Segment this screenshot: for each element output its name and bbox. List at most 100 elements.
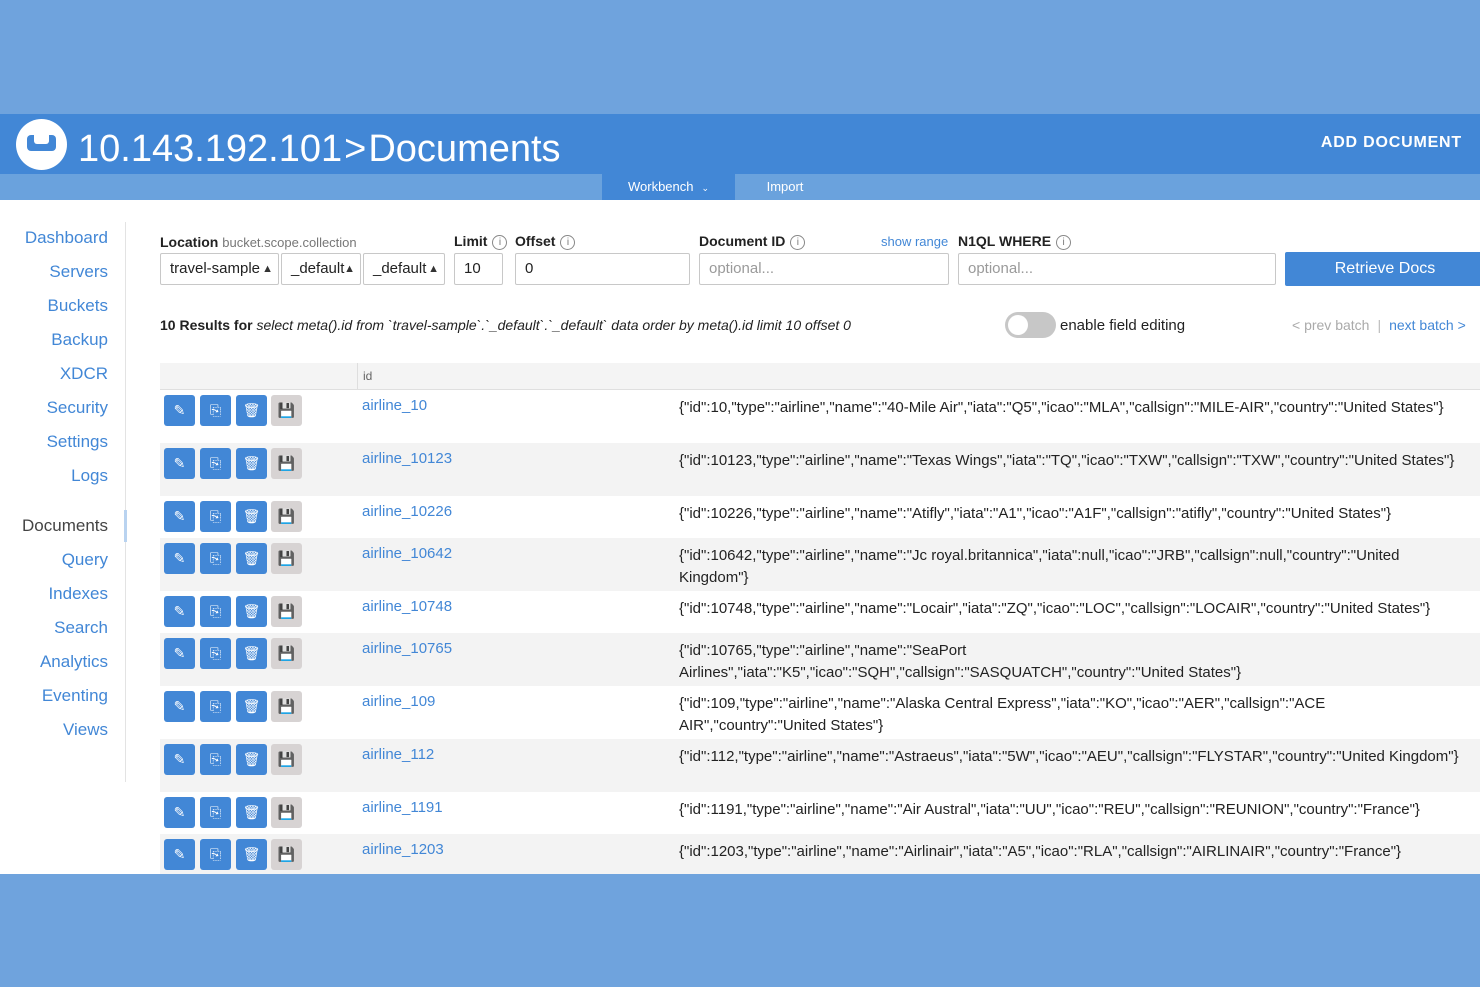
delete-button[interactable]: 🗑: [236, 543, 267, 574]
delete-button[interactable]: 🗑: [236, 448, 267, 479]
chevron-down-icon: ⌄: [701, 183, 710, 193]
save-icon: 💾: [277, 550, 296, 566]
offset-input[interactable]: 0: [515, 253, 690, 285]
sidebar-item-logs[interactable]: Logs: [71, 466, 108, 486]
field-editing-toggle[interactable]: [1005, 312, 1056, 338]
document-id-link[interactable]: airline_1203: [362, 841, 444, 858]
prev-batch-link[interactable]: < prev batch: [1292, 317, 1369, 333]
delete-button[interactable]: 🗑: [236, 691, 267, 722]
trash-icon: 🗑: [242, 751, 261, 767]
document-id-link[interactable]: airline_1191: [362, 799, 443, 816]
document-id-link[interactable]: airline_10: [362, 397, 427, 414]
trash-icon: 🗑: [242, 603, 261, 619]
info-icon[interactable]: i: [1056, 235, 1072, 250]
copy-button[interactable]: ⎘: [200, 691, 231, 722]
delete-button[interactable]: 🗑: [236, 839, 267, 870]
info-icon[interactable]: i: [790, 235, 806, 250]
edit-button[interactable]: ✎: [164, 691, 195, 722]
delete-button[interactable]: 🗑: [236, 501, 267, 532]
n1ql-where-input[interactable]: optional...: [958, 253, 1276, 285]
copy-button[interactable]: ⎘: [200, 638, 231, 669]
copy-button[interactable]: ⎘: [200, 839, 231, 870]
pencil-icon: ✎: [173, 698, 186, 714]
tab-import[interactable]: Import: [735, 174, 835, 200]
copy-button[interactable]: ⎘: [200, 448, 231, 479]
document-id-link[interactable]: airline_10765: [362, 640, 452, 657]
page-title: 10.143.192.101>Documents: [78, 126, 561, 172]
edit-button[interactable]: ✎: [164, 395, 195, 426]
sidebar-item-backup[interactable]: Backup: [51, 330, 108, 350]
tab-workbench[interactable]: Workbench ⌄: [602, 174, 735, 200]
sidebar-item-query[interactable]: Query: [62, 550, 108, 570]
save-button: 💾: [271, 797, 302, 828]
edit-button[interactable]: ✎: [164, 501, 195, 532]
document-id-link[interactable]: airline_10642: [362, 545, 452, 562]
sidebar-item-analytics[interactable]: Analytics: [40, 652, 108, 672]
delete-button[interactable]: 🗑: [236, 638, 267, 669]
copy-button[interactable]: ⎘: [200, 797, 231, 828]
sidebar-item-settings[interactable]: Settings: [47, 432, 108, 452]
show-range-link[interactable]: show range: [881, 234, 948, 249]
copy-button[interactable]: ⎘: [200, 543, 231, 574]
sidebar-item-views[interactable]: Views: [63, 720, 108, 740]
info-icon[interactable]: i: [492, 235, 508, 250]
delete-button[interactable]: 🗑: [236, 744, 267, 775]
edit-button[interactable]: ✎: [164, 543, 195, 574]
delete-button[interactable]: 🗑: [236, 797, 267, 828]
location-hint: bucket.scope.collection: [222, 235, 357, 250]
add-document-button[interactable]: ADD DOCUMENT: [1321, 134, 1462, 152]
retrieve-docs-button[interactable]: Retrieve Docs: [1285, 252, 1480, 286]
batch-separator: |: [1377, 317, 1382, 333]
delete-button[interactable]: 🗑: [236, 395, 267, 426]
sidebar-item-xdcr[interactable]: XDCR: [60, 364, 108, 384]
select-arrows-icon: ▲: [344, 263, 355, 275]
sidebar: Dashboard Servers Buckets Backup XDCR Se…: [0, 222, 127, 782]
copy-icon: ⎘: [209, 603, 222, 619]
document-id-input[interactable]: optional...: [699, 253, 949, 285]
delete-button[interactable]: 🗑: [236, 596, 267, 627]
edit-button[interactable]: ✎: [164, 797, 195, 828]
sidebar-item-servers[interactable]: Servers: [49, 262, 108, 282]
edit-button[interactable]: ✎: [164, 448, 195, 479]
sidebar-item-security[interactable]: Security: [47, 398, 108, 418]
copy-button[interactable]: ⎘: [200, 744, 231, 775]
limit-input[interactable]: 10: [454, 253, 503, 285]
document-json: {"id":10642,"type":"airline","name":"Jc …: [679, 547, 1400, 586]
column-header-id[interactable]: id: [357, 363, 372, 389]
sidebar-item-dashboard[interactable]: Dashboard: [25, 228, 108, 248]
info-icon[interactable]: i: [560, 235, 576, 250]
copy-button[interactable]: ⎘: [200, 395, 231, 426]
document-id-link[interactable]: airline_112: [362, 746, 434, 763]
copy-icon: ⎘: [209, 550, 222, 566]
bucket-select-value: travel-sample: [170, 260, 261, 277]
scope-select-value: _default: [291, 260, 345, 277]
collection-select[interactable]: _default ▲: [363, 253, 445, 285]
couchbase-logo-icon[interactable]: [16, 119, 67, 170]
edit-button[interactable]: ✎: [164, 839, 195, 870]
sidebar-item-eventing[interactable]: Eventing: [42, 686, 108, 706]
document-json: {"id":10226,"type":"airline","name":"Ati…: [679, 505, 1392, 522]
document-id-link[interactable]: airline_10123: [362, 450, 452, 467]
table-row: ✎ ⎘ 🗑 💾 airline_10 {"id":10,"type":"airline",…: [160, 390, 1480, 443]
edit-button[interactable]: ✎: [164, 744, 195, 775]
document-id-link[interactable]: airline_10226: [362, 503, 452, 520]
offset-label: Offset i: [515, 233, 576, 250]
copy-button[interactable]: ⎘: [200, 596, 231, 627]
table-row: ✎ ⎘ 🗑 💾 airline_10123 {"id":10123,"type":"air…: [160, 443, 1480, 496]
copy-button[interactable]: ⎘: [200, 501, 231, 532]
sidebar-item-buckets[interactable]: Buckets: [48, 296, 108, 316]
collection-select-value: _default: [373, 260, 427, 277]
sidebar-item-indexes[interactable]: Indexes: [48, 584, 108, 604]
document-json: {"id":1203,"type":"airline","name":"Airl…: [679, 843, 1402, 860]
edit-button[interactable]: ✎: [164, 596, 195, 627]
sidebar-item-search[interactable]: Search: [54, 618, 108, 638]
edit-button[interactable]: ✎: [164, 638, 195, 669]
scope-select[interactable]: _default ▲: [281, 253, 361, 285]
sidebar-item-documents[interactable]: Documents: [22, 516, 108, 536]
document-id-link[interactable]: airline_10748: [362, 598, 452, 615]
pencil-icon: ✎: [173, 455, 186, 471]
table-row: ✎ ⎘ 🗑 💾 airline_112 {"id":112,"type":"airline…: [160, 739, 1480, 792]
document-id-link[interactable]: airline_109: [362, 693, 435, 710]
bucket-select[interactable]: travel-sample ▲: [160, 253, 279, 285]
next-batch-link[interactable]: next batch >: [1389, 317, 1466, 333]
